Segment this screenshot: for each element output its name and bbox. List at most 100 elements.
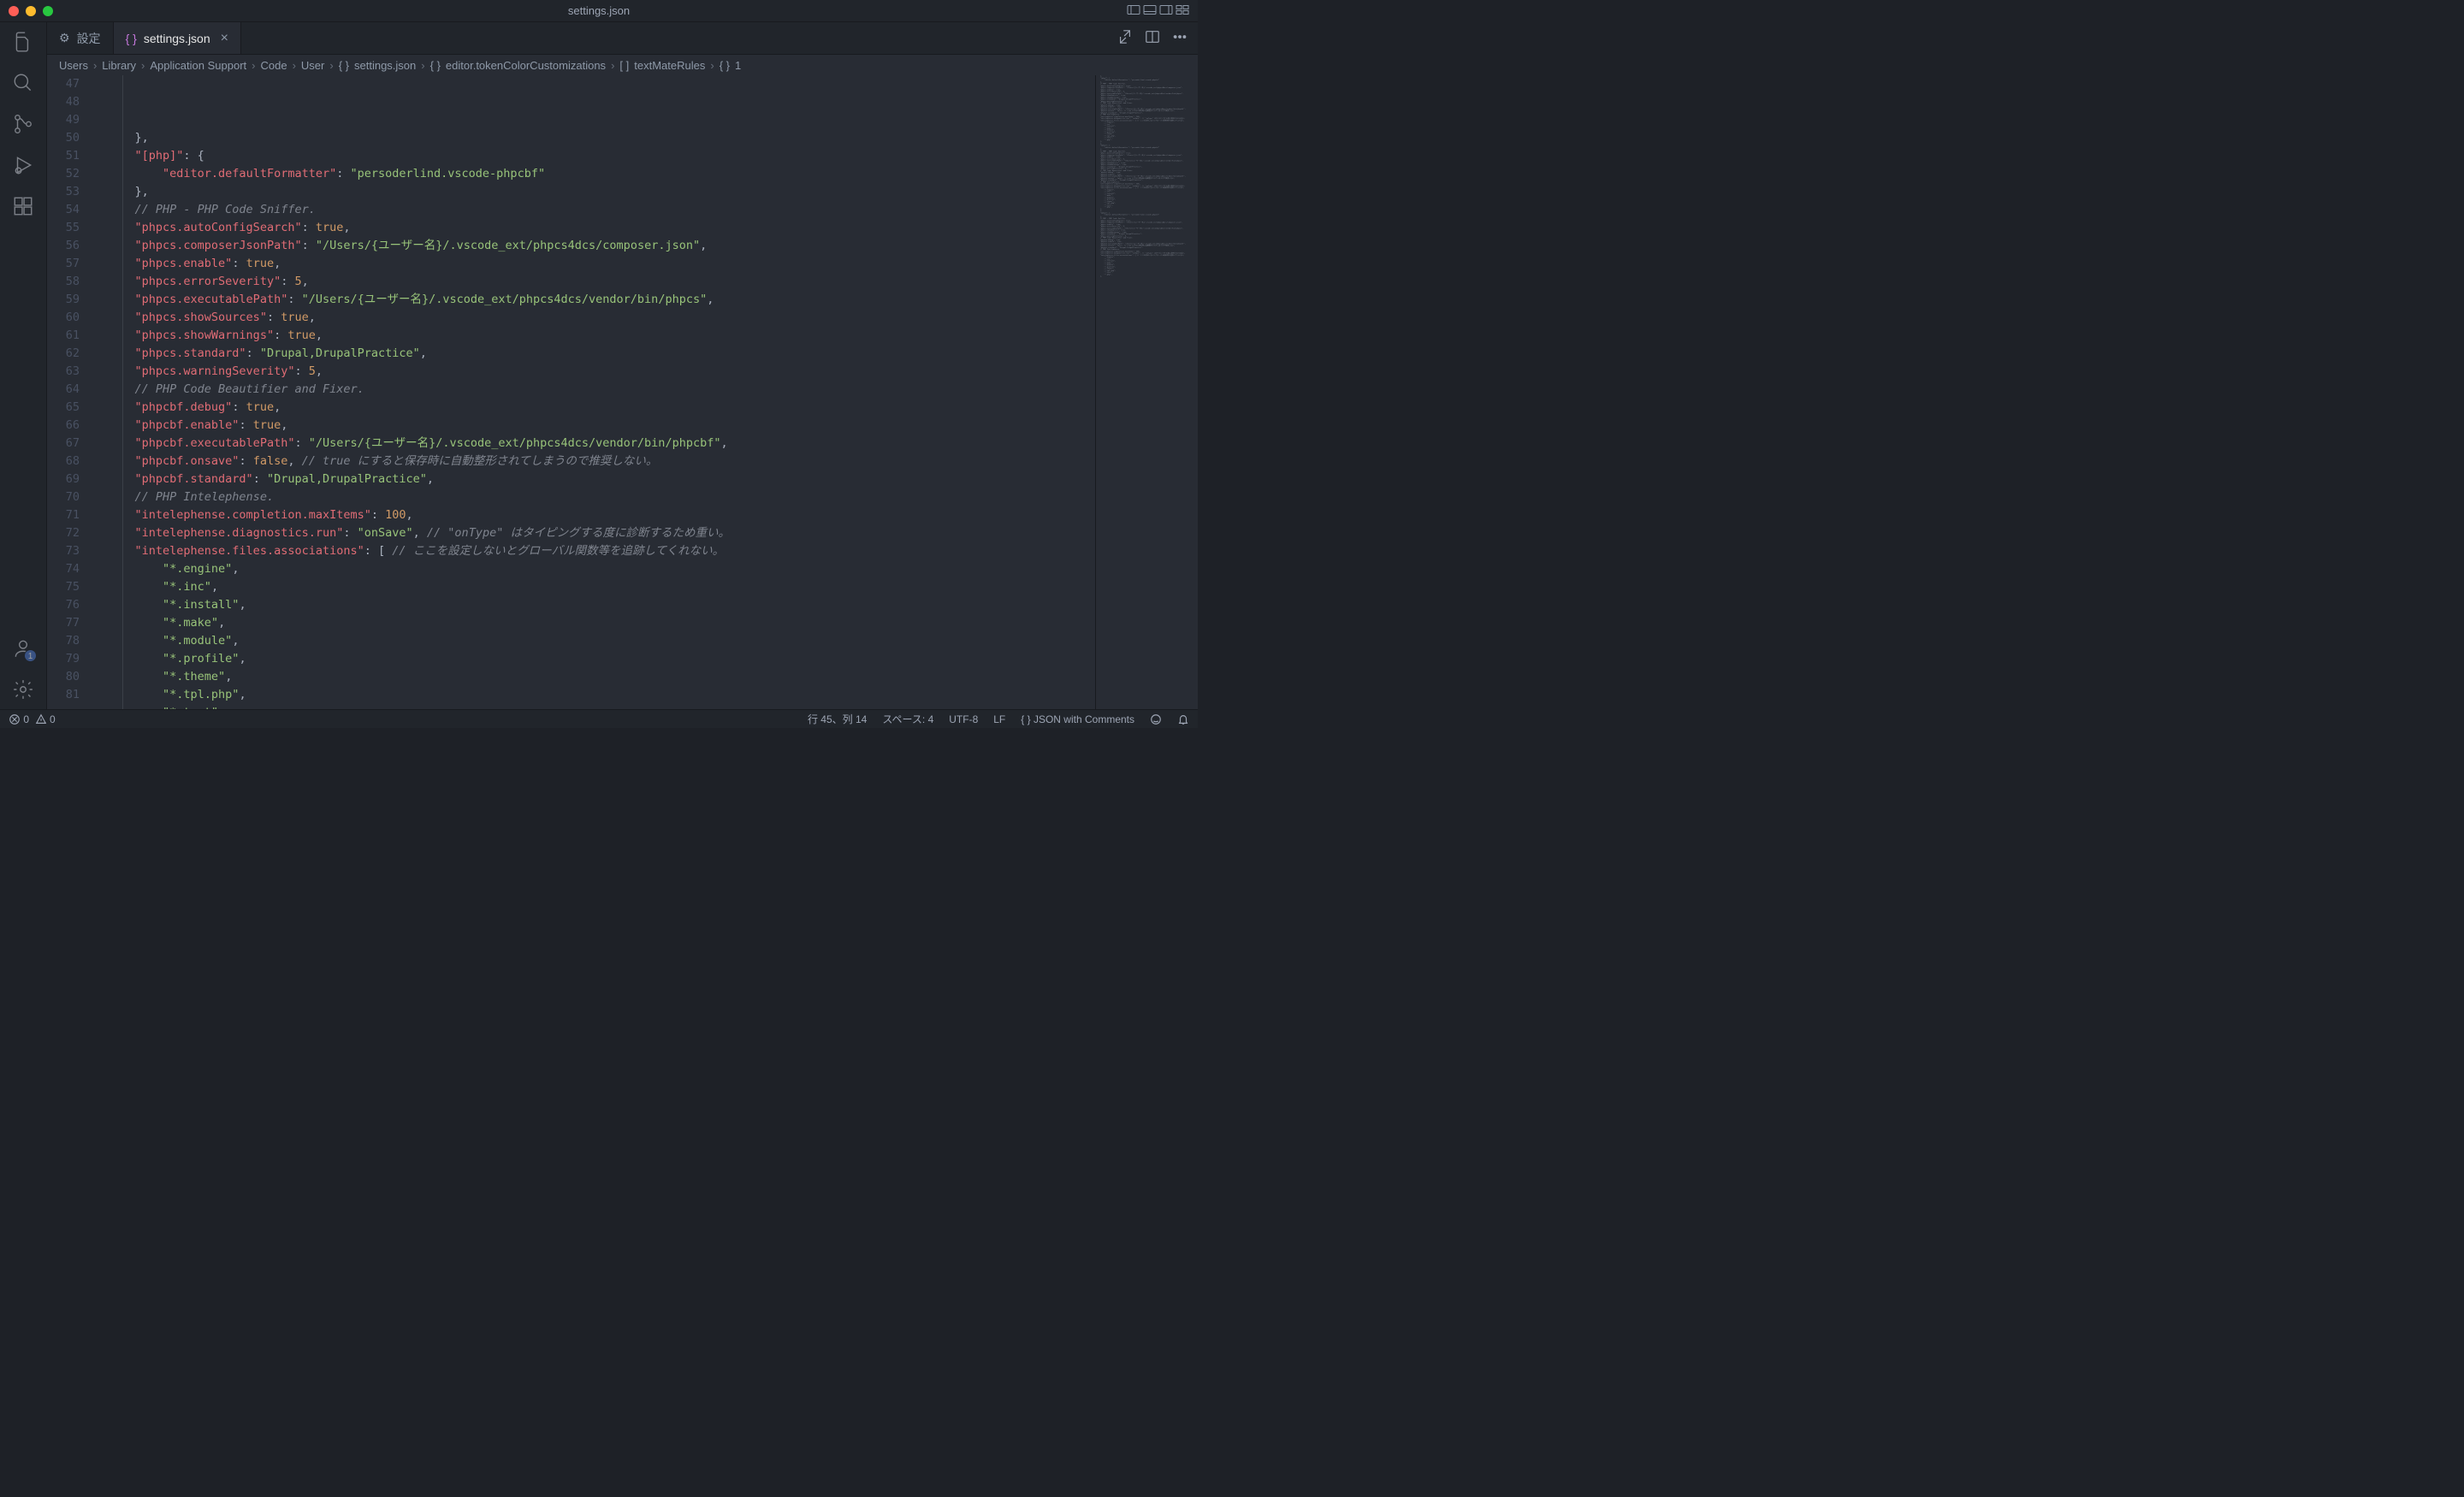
line-number: 72: [47, 524, 80, 542]
code-line[interactable]: "phpcbf.standard": "Drupal,DrupalPractic…: [107, 470, 1095, 488]
line-number: 47: [47, 75, 80, 93]
code-line[interactable]: // PHP - PHP Code Sniffer.: [107, 201, 1095, 219]
code-line[interactable]: },: [107, 183, 1095, 201]
breadcrumb-item[interactable]: Library: [102, 59, 136, 72]
line-number: 69: [47, 470, 80, 488]
run-debug-icon[interactable]: [12, 154, 34, 176]
breadcrumb-item[interactable]: Code: [260, 59, 287, 72]
line-number: 59: [47, 291, 80, 309]
code-line[interactable]: "*.theme",: [107, 668, 1095, 686]
layout-left-icon[interactable]: [1127, 4, 1140, 18]
code-line[interactable]: "[php]": {: [107, 147, 1095, 165]
code-line[interactable]: "phpcbf.debug": true,: [107, 399, 1095, 417]
status-eol[interactable]: LF: [993, 713, 1005, 725]
explorer-icon[interactable]: [12, 31, 34, 53]
code-line[interactable]: "phpcs.showSources": true,: [107, 309, 1095, 327]
breadcrumb-item[interactable]: editor.tokenColorCustomizations: [446, 59, 606, 72]
code-line[interactable]: "*.test",: [107, 704, 1095, 709]
code-line[interactable]: "phpcbf.enable": true,: [107, 417, 1095, 435]
line-number: 76: [47, 596, 80, 614]
code-line[interactable]: "*.profile",: [107, 650, 1095, 668]
code-line[interactable]: "*.module",: [107, 632, 1095, 650]
line-number: 73: [47, 542, 80, 560]
line-number: 55: [47, 219, 80, 237]
minimize-window-button[interactable]: [26, 6, 36, 16]
line-number: 74: [47, 560, 80, 578]
close-window-button[interactable]: [9, 6, 19, 16]
status-spaces[interactable]: スペース: 4: [882, 712, 933, 726]
gear-icon: ⚙: [59, 31, 70, 45]
code-line[interactable]: "intelephense.files.associations": [ // …: [107, 542, 1095, 560]
tab-settings-json[interactable]: { } settings.json ×: [114, 22, 241, 54]
line-number: 64: [47, 381, 80, 399]
code-line[interactable]: "intelephense.completion.maxItems": 100,: [107, 506, 1095, 524]
open-changes-icon[interactable]: [1117, 29, 1133, 47]
search-icon[interactable]: [12, 72, 34, 94]
code-line[interactable]: "phpcs.standard": "Drupal,DrupalPractice…: [107, 345, 1095, 363]
breadcrumb-item[interactable]: User: [301, 59, 324, 72]
source-control-icon[interactable]: [12, 113, 34, 135]
line-number: 79: [47, 650, 80, 668]
line-number: 57: [47, 255, 80, 273]
code-line[interactable]: "phpcs.autoConfigSearch": true,: [107, 219, 1095, 237]
breadcrumb-item[interactable]: 1: [735, 59, 741, 72]
code-line[interactable]: "phpcs.composerJsonPath": "/Users/{ユーザー名…: [107, 237, 1095, 255]
breadcrumb-item[interactable]: textMateRules: [634, 59, 705, 72]
code-line[interactable]: "phpcs.errorSeverity": 5,: [107, 273, 1095, 291]
breadcrumb[interactable]: Users › Library › Application Support › …: [47, 55, 1198, 75]
bell-icon[interactable]: [1177, 713, 1189, 725]
tab-label: 設定: [77, 30, 101, 47]
code-line[interactable]: "*.make",: [107, 614, 1095, 632]
code-line[interactable]: "phpcs.showWarnings": true,: [107, 327, 1095, 345]
line-number: 54: [47, 201, 80, 219]
line-number: 80: [47, 668, 80, 686]
split-editor-icon[interactable]: [1145, 29, 1160, 47]
layout-bottom-icon[interactable]: [1143, 4, 1157, 18]
line-number: 58: [47, 273, 80, 291]
status-language[interactable]: { } JSON with Comments: [1021, 713, 1134, 725]
code-line[interactable]: },: [107, 129, 1095, 147]
code-content[interactable]: }, "[php]": { "editor.defaultFormatter":…: [98, 75, 1095, 709]
more-actions-icon[interactable]: [1172, 29, 1188, 47]
status-cursor[interactable]: 行 45、列 14: [808, 712, 867, 726]
code-line[interactable]: "phpcbf.onsave": false, // true にすると保存時に…: [107, 453, 1095, 470]
extensions-icon[interactable]: [12, 195, 34, 217]
line-number: 48: [47, 93, 80, 111]
layout-right-icon[interactable]: [1159, 4, 1173, 18]
code-line[interactable]: // PHP Intelephense.: [107, 488, 1095, 506]
code-line[interactable]: "phpcs.enable": true,: [107, 255, 1095, 273]
line-number: 70: [47, 488, 80, 506]
code-line[interactable]: "phpcbf.executablePath": "/Users/{ユーザー名}…: [107, 435, 1095, 453]
line-number: 81: [47, 686, 80, 704]
close-tab-icon[interactable]: ×: [221, 31, 228, 46]
code-line[interactable]: "intelephense.diagnostics.run": "onSave"…: [107, 524, 1095, 542]
status-problems[interactable]: 0 0: [9, 713, 56, 725]
line-number: 78: [47, 632, 80, 650]
feedback-icon[interactable]: [1150, 713, 1162, 725]
breadcrumb-item[interactable]: Users: [59, 59, 88, 72]
code-line[interactable]: "phpcs.executablePath": "/Users/{ユーザー名}/…: [107, 291, 1095, 309]
tab-settings-ui[interactable]: ⚙ 設定: [47, 22, 114, 54]
code-line[interactable]: "phpcs.warningSeverity": 5,: [107, 363, 1095, 381]
code-line[interactable]: "*.install",: [107, 596, 1095, 614]
line-number: 56: [47, 237, 80, 255]
line-number: 53: [47, 183, 80, 201]
settings-gear-icon[interactable]: [12, 678, 34, 701]
code-line[interactable]: "*.inc",: [107, 578, 1095, 596]
code-line[interactable]: "*.tpl.php",: [107, 686, 1095, 704]
line-number: 66: [47, 417, 80, 435]
json-file-icon: { }: [126, 32, 137, 45]
line-number: 52: [47, 165, 80, 183]
layout-grid-icon[interactable]: [1176, 4, 1189, 18]
minimap[interactable]: }, "[php]": { "editor.defaultFormatter":…: [1095, 75, 1198, 709]
breadcrumb-item[interactable]: Application Support: [150, 59, 246, 72]
accounts-badge: 1: [24, 649, 37, 662]
status-encoding[interactable]: UTF-8: [949, 713, 978, 725]
code-line[interactable]: "editor.defaultFormatter": "persoderlind…: [107, 165, 1095, 183]
code-line[interactable]: // PHP Code Beautifier and Fixer.: [107, 381, 1095, 399]
zoom-window-button[interactable]: [43, 6, 53, 16]
breadcrumb-item[interactable]: settings.json: [354, 59, 416, 72]
code-line[interactable]: "*.engine",: [107, 560, 1095, 578]
accounts-icon[interactable]: 1: [12, 637, 34, 660]
line-number: 51: [47, 147, 80, 165]
